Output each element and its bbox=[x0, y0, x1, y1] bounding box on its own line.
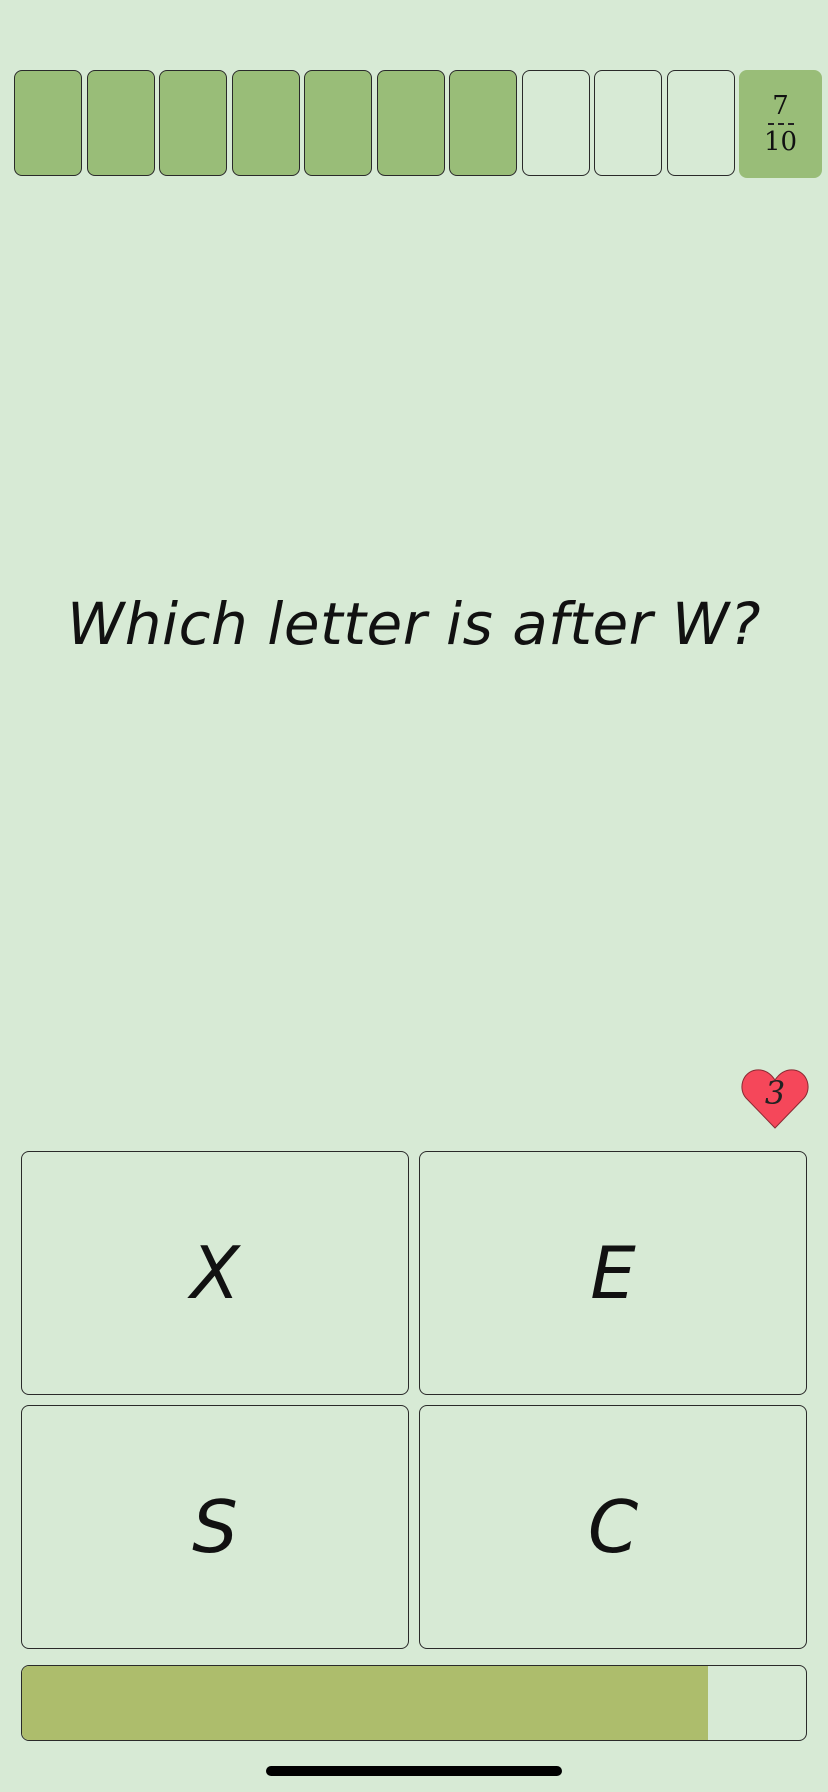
progress-cell bbox=[14, 70, 82, 176]
progress-cell bbox=[377, 70, 445, 176]
progress-tracker: 7 10 bbox=[14, 70, 822, 178]
progress-cell bbox=[594, 70, 662, 176]
progress-cell bbox=[87, 70, 155, 176]
score-denominator: 10 bbox=[763, 127, 798, 157]
timer-fill bbox=[22, 1666, 708, 1740]
fraction-bar bbox=[767, 123, 794, 125]
answer-option-2[interactable]: E bbox=[419, 1151, 807, 1395]
progress-cell bbox=[159, 70, 227, 176]
lives-indicator: 3 bbox=[740, 1066, 810, 1130]
progress-cell bbox=[667, 70, 735, 176]
home-indicator[interactable] bbox=[266, 1766, 562, 1776]
question-text: Which letter is after W? bbox=[66, 590, 762, 658]
progress-cell bbox=[449, 70, 517, 176]
progress-cell bbox=[304, 70, 372, 176]
answer-option-1[interactable]: X bbox=[21, 1151, 409, 1395]
lives-count: 3 bbox=[764, 1074, 786, 1112]
score-counter: 7 10 bbox=[739, 70, 822, 178]
progress-cell bbox=[232, 70, 300, 176]
answer-option-3[interactable]: S bbox=[21, 1405, 409, 1649]
answer-option-4[interactable]: C bbox=[419, 1405, 807, 1649]
timer-bar bbox=[21, 1665, 807, 1741]
score-numerator: 7 bbox=[772, 91, 789, 121]
progress-cell bbox=[522, 70, 590, 176]
